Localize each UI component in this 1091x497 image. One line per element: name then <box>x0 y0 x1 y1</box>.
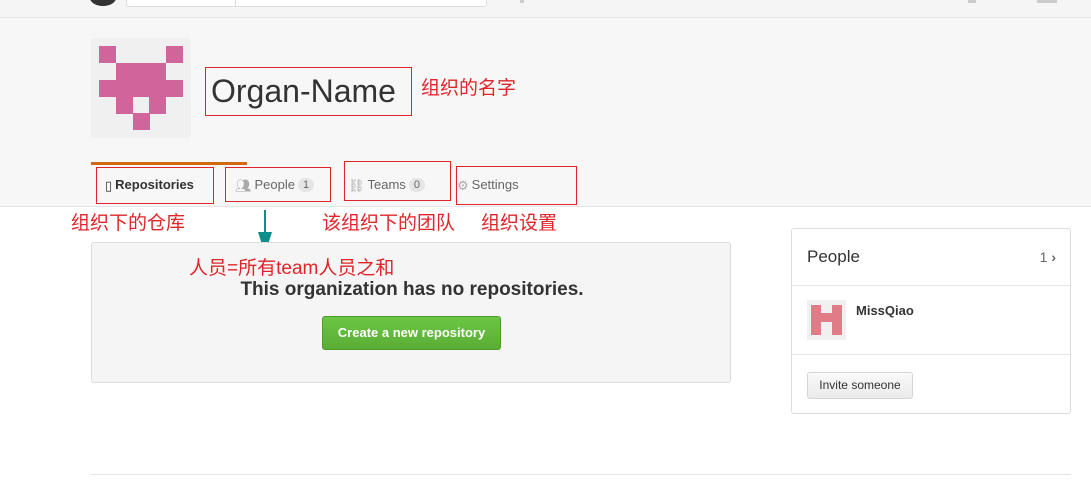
logo-icon[interactable] <box>90 0 116 6</box>
annotation-people: 人员=所有team人员之和 <box>189 258 395 279</box>
top-navbar <box>0 0 1091 18</box>
chevron-right-icon: › <box>1051 249 1056 265</box>
annotation-teams: 该组织下的团队 <box>322 213 456 234</box>
search-input[interactable] <box>126 0 487 7</box>
search-scope-divider <box>235 0 236 7</box>
active-tab-indicator <box>91 162 247 165</box>
repositories-empty-state: This organization has no repositories. C… <box>91 242 731 383</box>
annotation-box-people <box>225 167 331 202</box>
nav-avatar-fragment[interactable] <box>1037 0 1057 3</box>
annotation-box-repositories <box>96 167 214 204</box>
annotation-box-teams <box>344 161 451 201</box>
member-name[interactable]: MissQiao <box>856 303 914 318</box>
member-row[interactable]: MissQiao <box>792 287 1070 355</box>
member-avatar <box>807 300 846 340</box>
annotation-settings: 组织设置 <box>481 213 558 234</box>
people-count: 1 <box>1039 249 1048 265</box>
empty-repos-message: This organization has no repositories. <box>240 279 584 300</box>
people-panel: People 1 › MissQiao Invite someone <box>791 228 1071 414</box>
annotation-repositories: 组织下的仓库 <box>71 213 186 234</box>
nav-link-fragment[interactable] <box>520 0 524 3</box>
people-panel-count: 1 › <box>1040 249 1056 265</box>
annotation-box-settings <box>456 166 577 205</box>
org-name: Organ-Name <box>211 73 396 109</box>
org-avatar <box>91 38 191 138</box>
create-repository-button[interactable]: Create a new repository <box>322 316 501 350</box>
people-panel-header[interactable]: People 1 › <box>792 229 1070 286</box>
footer-divider <box>91 474 1071 475</box>
people-panel-title: People <box>807 247 860 266</box>
invite-someone-button[interactable]: Invite someone <box>807 372 913 399</box>
annotation-org-name: 组织的名字 <box>421 78 517 99</box>
nav-icon-fragment[interactable] <box>968 0 976 3</box>
